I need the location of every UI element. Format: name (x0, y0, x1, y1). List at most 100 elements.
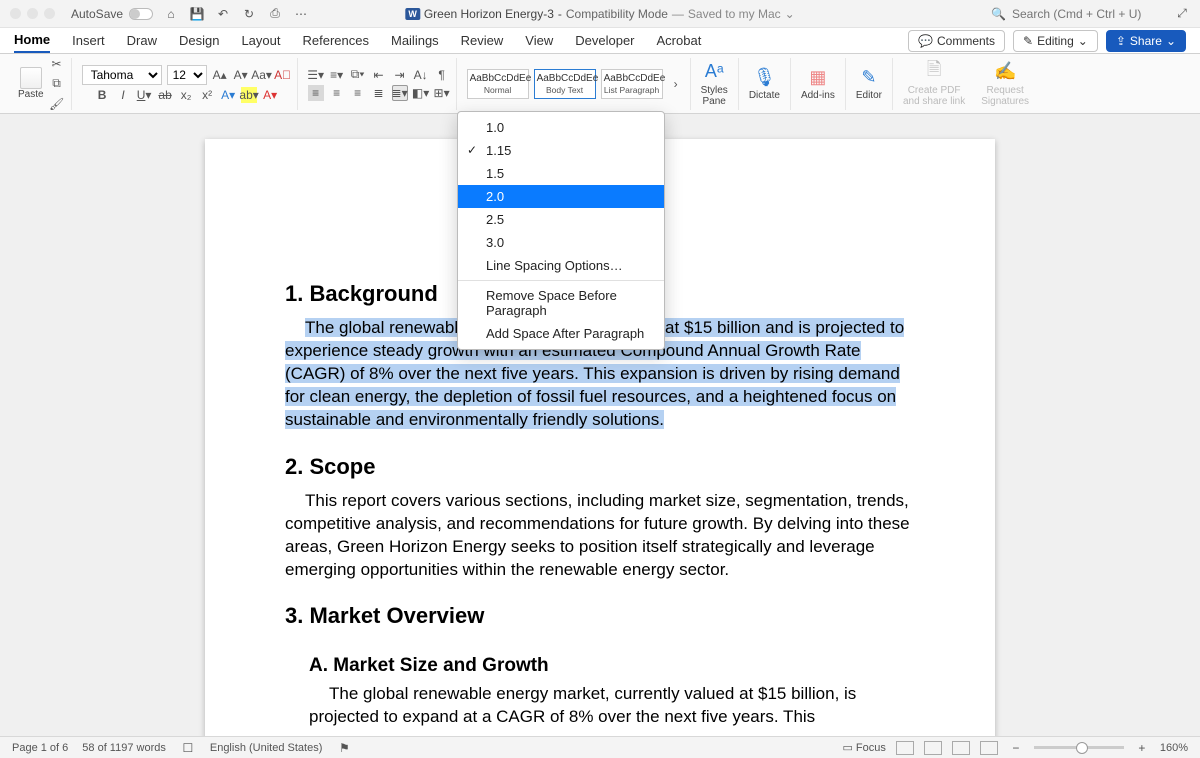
print-layout-icon[interactable] (896, 741, 914, 755)
tab-home[interactable]: Home (14, 28, 50, 53)
tab-view[interactable]: View (525, 29, 553, 52)
style-list-paragraph[interactable]: AaBbCcDdEeList Paragraph (601, 69, 663, 99)
sort-icon[interactable]: A↓ (413, 67, 429, 83)
tab-review[interactable]: Review (461, 29, 504, 52)
underline-icon[interactable]: U▾ (136, 87, 152, 103)
tab-acrobat[interactable]: Acrobat (657, 29, 702, 52)
styles-pane-button[interactable]: AᵃStyles Pane (695, 61, 734, 107)
redo-icon[interactable]: ↻ (241, 6, 257, 22)
add-space-after[interactable]: Add Space After Paragraph (458, 322, 664, 345)
comments-button[interactable]: 💬Comments (908, 30, 1005, 52)
print-icon[interactable]: ⎙ (267, 6, 283, 22)
shading-icon[interactable]: ◧▾ (413, 85, 429, 101)
focus-mode[interactable]: ▭ Focus (842, 741, 885, 754)
italic-icon[interactable]: I (115, 87, 131, 103)
spacing-2-5[interactable]: 2.5 (458, 208, 664, 231)
zoom-slider[interactable] (1034, 746, 1124, 749)
numbering-icon[interactable]: ≡▾ (329, 67, 345, 83)
editor-button[interactable]: ✎Editor (850, 66, 888, 101)
tab-developer[interactable]: Developer (575, 29, 634, 52)
line-spacing-button[interactable]: ≣▾ (392, 85, 408, 101)
show-marks-icon[interactable]: ¶ (434, 67, 450, 83)
search-box[interactable]: 🔍 ⤢ (991, 6, 1190, 22)
change-case-icon[interactable]: Aa▾ (254, 67, 270, 83)
subscript-icon[interactable]: x₂ (178, 87, 194, 103)
close-dot[interactable] (10, 8, 21, 19)
page-count[interactable]: Page 1 of 6 (12, 742, 68, 754)
chevron-down-icon[interactable]: ⌄ (785, 7, 795, 21)
bold-icon[interactable]: B (94, 87, 110, 103)
search-input[interactable] (1012, 7, 1162, 21)
draft-icon[interactable] (980, 741, 998, 755)
styles-more-icon[interactable]: › (668, 76, 684, 92)
accessibility-icon[interactable]: ⚑ (336, 740, 352, 756)
tab-layout[interactable]: Layout (241, 29, 280, 52)
min-dot[interactable] (27, 8, 38, 19)
dec-indent-icon[interactable]: ⇤ (371, 67, 387, 83)
autosave-label: AutoSave (71, 7, 123, 21)
share-button[interactable]: ⇪Share⌄ (1106, 30, 1186, 52)
tab-draw[interactable]: Draw (127, 29, 157, 52)
tab-mailings[interactable]: Mailings (391, 29, 439, 52)
zoom-in-icon[interactable]: + (1134, 740, 1150, 756)
request-signatures-button[interactable]: ✍Request Signatures (975, 61, 1035, 107)
superscript-icon[interactable]: x² (199, 87, 215, 103)
borders-icon[interactable]: ⊞▾ (434, 85, 450, 101)
word-count[interactable]: 58 of 1197 words (82, 742, 166, 754)
style-normal[interactable]: AaBbCcDdEeNormal (467, 69, 529, 99)
grow-font-icon[interactable]: A▴ (212, 67, 228, 83)
align-center-icon[interactable]: ≡ (329, 85, 345, 101)
font-color-icon[interactable]: A▾ (262, 87, 278, 103)
window-controls (10, 8, 55, 19)
justify-icon[interactable]: ≣ (371, 85, 387, 101)
clear-format-icon[interactable]: A⃠ (275, 67, 291, 83)
style-body-text[interactable]: AaBbCcDdEeBody Text (534, 69, 596, 99)
max-dot[interactable] (44, 8, 55, 19)
font-name-select[interactable]: Tahoma (82, 65, 162, 85)
clipboard-icon (20, 67, 42, 89)
copy-icon[interactable]: ⧉ (49, 76, 65, 92)
spacing-options[interactable]: Line Spacing Options… (458, 254, 664, 277)
inc-indent-icon[interactable]: ⇥ (392, 67, 408, 83)
overflow-icon[interactable]: ⋯ (293, 6, 309, 22)
heading-2: 2. Scope (285, 454, 915, 480)
document-title: W Green Horizon Energy-3 - Compatibility… (405, 7, 794, 21)
undo-icon[interactable]: ↶ (215, 6, 231, 22)
language[interactable]: English (United States) (210, 742, 323, 754)
tab-insert[interactable]: Insert (72, 29, 105, 52)
dictate-button[interactable]: 🎙Dictate (743, 66, 786, 101)
outline-icon[interactable] (952, 741, 970, 755)
tab-references[interactable]: References (303, 29, 369, 52)
align-right-icon[interactable]: ≡ (350, 85, 366, 101)
spacing-1-0[interactable]: 1.0 (458, 116, 664, 139)
save-icon[interactable]: 💾 (189, 6, 205, 22)
home-icon[interactable]: ⌂ (163, 6, 179, 22)
autosave-toggle[interactable] (129, 8, 153, 20)
zoom-level[interactable]: 160% (1160, 742, 1188, 754)
tab-design[interactable]: Design (179, 29, 219, 52)
highlight-icon[interactable]: ab▾ (241, 87, 257, 103)
bullets-icon[interactable]: ☰▾ (308, 67, 324, 83)
strike-icon[interactable]: ab (157, 87, 173, 103)
create-pdf-button[interactable]: 🗎Create PDF and share link (897, 61, 971, 107)
spacing-1-15[interactable]: 1.15 (458, 139, 664, 162)
addins-button[interactable]: ▦Add-ins (795, 66, 841, 101)
multilevel-icon[interactable]: ⧉▾ (350, 67, 366, 83)
paste-button[interactable]: Paste (18, 67, 44, 100)
cut-icon[interactable]: ✂ (49, 56, 65, 72)
spellcheck-icon[interactable]: ☐ (180, 740, 196, 756)
format-painter-icon[interactable]: 🖌 (49, 96, 65, 112)
ribbon-tabs: Home Insert Draw Design Layout Reference… (0, 28, 1200, 54)
editing-button[interactable]: ✎Editing⌄ (1013, 30, 1098, 52)
zoom-out-icon[interactable]: − (1008, 740, 1024, 756)
text-effects-icon[interactable]: A▾ (220, 87, 236, 103)
align-left-icon[interactable]: ≡ (308, 85, 324, 101)
web-layout-icon[interactable] (924, 741, 942, 755)
spacing-2-0[interactable]: 2.0 (458, 185, 664, 208)
spacing-3-0[interactable]: 3.0 (458, 231, 664, 254)
ribbon-toggle-icon[interactable]: ⤢ (1174, 6, 1190, 22)
spacing-1-5[interactable]: 1.5 (458, 162, 664, 185)
font-size-select[interactable]: 12 (167, 65, 207, 85)
remove-space-before[interactable]: Remove Space Before Paragraph (458, 284, 664, 322)
shrink-font-icon[interactable]: A▾ (233, 67, 249, 83)
